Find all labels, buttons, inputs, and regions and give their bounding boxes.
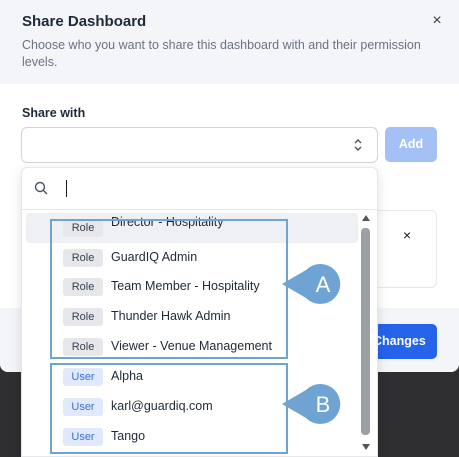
scroll-up-arrow-icon[interactable] <box>362 215 370 221</box>
shared-entry-card <box>370 210 437 288</box>
scroll-thumb[interactable] <box>361 228 370 435</box>
share-with-select[interactable] <box>21 127 378 163</box>
scroll-down-arrow-icon[interactable] <box>362 444 370 450</box>
chevron-up-down-icon <box>354 139 362 151</box>
callout-b-label: B <box>316 392 331 417</box>
dropdown-search <box>22 168 377 210</box>
text-caret <box>66 180 67 197</box>
close-icon[interactable]: × <box>428 12 446 30</box>
modal-subtitle: Choose who you want to share this dashbo… <box>22 38 421 69</box>
modal-title: Share Dashboard <box>22 13 147 30</box>
add-button[interactable]: Add <box>385 127 437 162</box>
dropdown-scrollbar[interactable] <box>361 213 371 456</box>
user-group-highlight <box>50 363 288 454</box>
modal-header: Share Dashboard Choose who you want to s… <box>0 0 459 84</box>
callout-a-marker: A <box>282 264 341 304</box>
callout-b-marker: B <box>282 384 341 424</box>
role-group-highlight <box>50 219 288 359</box>
dropdown-search-input[interactable] <box>72 176 352 200</box>
callout-a-label: A <box>316 272 331 297</box>
remove-entry-icon[interactable]: × <box>403 227 411 243</box>
share-with-label: Share with <box>22 106 86 120</box>
search-icon <box>34 181 48 195</box>
